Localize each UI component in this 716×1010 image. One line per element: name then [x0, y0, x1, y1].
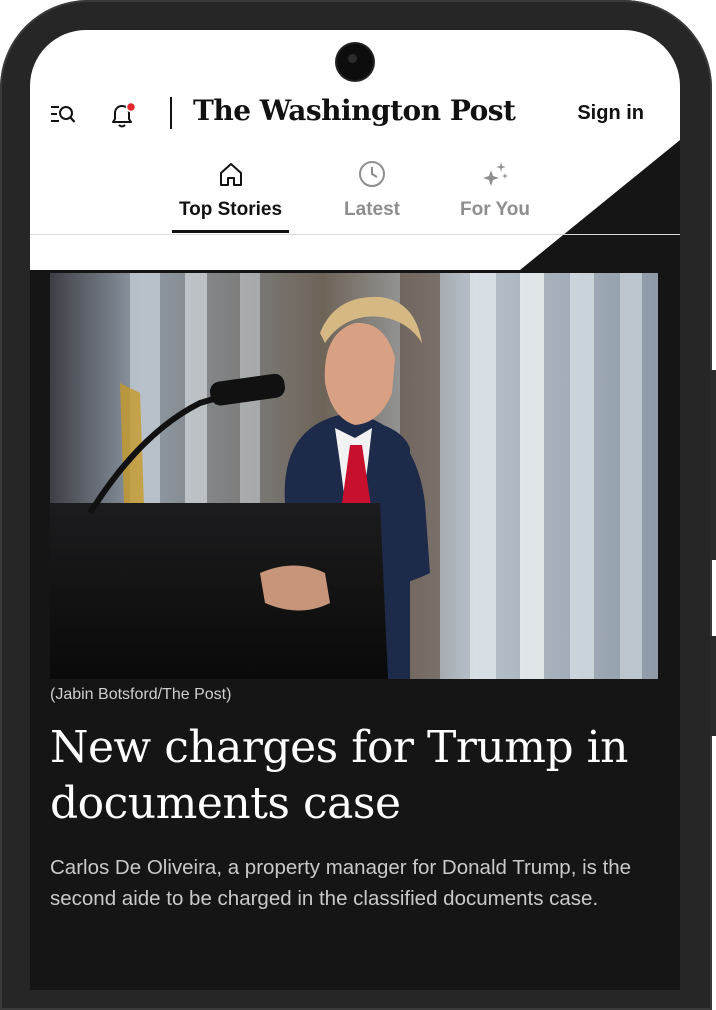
tab-label: Top Stories	[178, 199, 283, 220]
home-icon	[219, 163, 242, 186]
bell-icon[interactable]	[108, 100, 138, 130]
front-camera	[337, 44, 373, 80]
tab-label: For You	[459, 199, 531, 220]
phone-side-button	[710, 636, 716, 736]
header-divider	[170, 97, 172, 129]
phone-side-button	[710, 370, 716, 560]
clock-icon	[359, 161, 385, 187]
tab-top-stories[interactable]: Top Stories	[172, 160, 289, 221]
phone-screen: The Washington Post Sign in Top Stories …	[30, 30, 680, 990]
tab-latest[interactable]: Latest	[330, 160, 414, 221]
notification-dot	[125, 101, 137, 113]
menu-search-icon[interactable]	[50, 104, 76, 126]
article-summary: Carlos De Oliveira, a property manager f…	[50, 856, 632, 910]
article-hero-image[interactable]	[50, 273, 658, 679]
sparkle-icon	[483, 162, 508, 186]
tab-for-you[interactable]: For You	[450, 160, 540, 221]
article-headline[interactable]: New charges for Trump in documents case	[50, 720, 660, 832]
active-tab-indicator	[172, 230, 289, 233]
tab-label: Latest	[344, 199, 400, 220]
photo-credit: (Jabin Botsford/The Post)	[50, 686, 232, 703]
tabs-divider	[30, 234, 680, 235]
site-logo[interactable]: The Washington Post	[193, 94, 516, 127]
sign-in-button[interactable]: Sign in	[577, 102, 644, 125]
